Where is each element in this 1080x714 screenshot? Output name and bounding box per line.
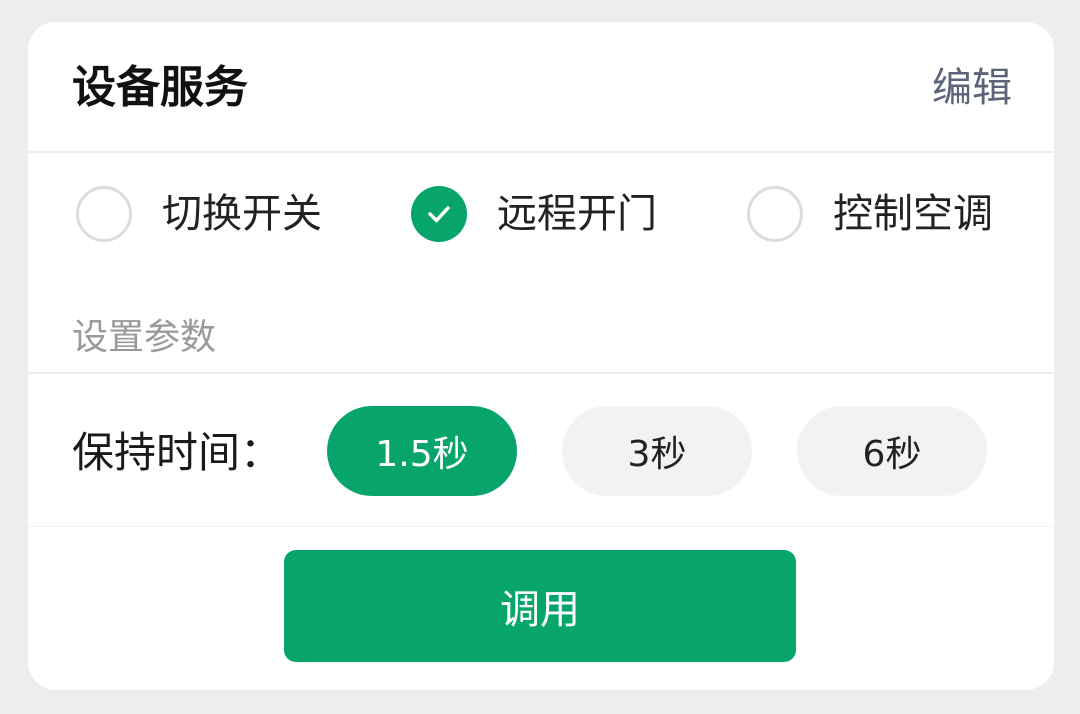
service-option-switch[interactable]: 切换开关	[76, 174, 322, 254]
service-option-label: 控制空调	[833, 191, 993, 237]
service-option-aircon[interactable]: 控制空调	[747, 174, 993, 254]
invoke-button[interactable]: 调用	[284, 550, 796, 662]
radio-unchecked-icon[interactable]	[747, 186, 803, 242]
hold-time-option-6s[interactable]: 6秒	[797, 406, 987, 496]
service-options: 切换开关 远程开门 控制空调	[28, 174, 1054, 254]
service-option-label: 远程开门	[497, 191, 657, 237]
action-divider	[28, 526, 1054, 527]
hold-time-option-1-5s[interactable]: 1.5秒	[327, 406, 517, 496]
checkmark-icon	[428, 206, 450, 223]
service-option-remote-door[interactable]: 远程开门	[411, 174, 657, 254]
radio-unchecked-icon[interactable]	[76, 186, 132, 242]
params-divider	[28, 372, 1054, 374]
hold-time-label: 保持时间：	[72, 428, 283, 477]
edit-link[interactable]: 编辑	[932, 62, 1012, 114]
device-service-card: 设备服务 编辑 切换开关 远程开门 控制空调 设置参数 保持时间： 1.5秒 3…	[28, 22, 1054, 690]
params-section-label: 设置参数	[72, 317, 217, 358]
header-divider	[28, 151, 1054, 153]
radio-checked-icon[interactable]	[411, 186, 467, 242]
hold-time-option-3s[interactable]: 3秒	[562, 406, 752, 496]
page-title: 设备服务	[72, 62, 248, 113]
service-option-label: 切换开关	[162, 191, 322, 237]
card-header: 设备服务 编辑	[28, 22, 1054, 152]
